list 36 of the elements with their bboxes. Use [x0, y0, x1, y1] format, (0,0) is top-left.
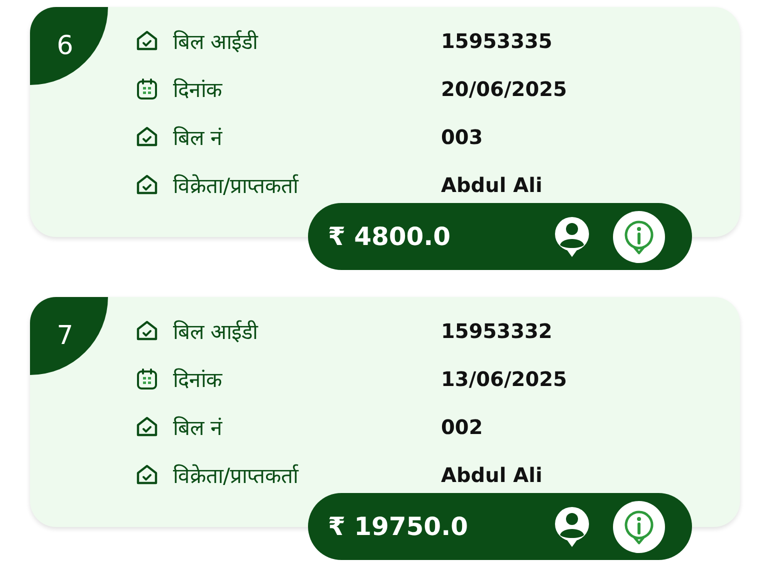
field-label: बिल नं — [173, 125, 224, 151]
field-label: विक्रेता/प्राप्तकर्ता — [173, 173, 300, 199]
field-value: Abdul Ali — [441, 173, 542, 197]
calendar-icon — [135, 77, 159, 101]
house-check-icon — [135, 463, 159, 487]
amount-text: ₹ 19750.0 — [328, 512, 469, 541]
info-button[interactable] — [612, 500, 666, 554]
user-button[interactable] — [552, 214, 592, 258]
field-value: Abdul Ali — [441, 463, 542, 487]
amount-text: ₹ 4800.0 — [328, 222, 452, 251]
field-value: 003 — [441, 125, 483, 149]
field-value: 002 — [441, 415, 483, 439]
user-pin-icon — [552, 504, 592, 548]
field-label: बिल आईडी — [173, 29, 260, 55]
field-value: 15953332 — [441, 319, 552, 343]
number-badge: 7 — [30, 297, 108, 375]
house-check-icon — [135, 173, 159, 197]
field-value: 13/06/2025 — [441, 367, 567, 391]
house-check-icon — [135, 29, 159, 53]
info-button[interactable] — [612, 210, 666, 264]
house-check-icon — [135, 125, 159, 149]
user-pin-icon — [552, 214, 592, 258]
field-label: बिल नं — [173, 415, 224, 441]
field-label: बिल आईडी — [173, 319, 260, 345]
house-check-icon — [135, 415, 159, 439]
field-label: दिनांक — [173, 367, 224, 393]
calendar-icon — [135, 367, 159, 391]
info-icon — [612, 210, 666, 264]
field-value: 20/06/2025 — [441, 77, 567, 101]
field-label: विक्रेता/प्राप्तकर्ता — [173, 463, 300, 489]
house-check-icon — [135, 319, 159, 343]
number-badge: 6 — [30, 7, 108, 85]
field-value: 15953335 — [441, 29, 552, 53]
user-button[interactable] — [552, 504, 592, 548]
info-icon — [612, 500, 666, 554]
field-label: दिनांक — [173, 77, 224, 103]
